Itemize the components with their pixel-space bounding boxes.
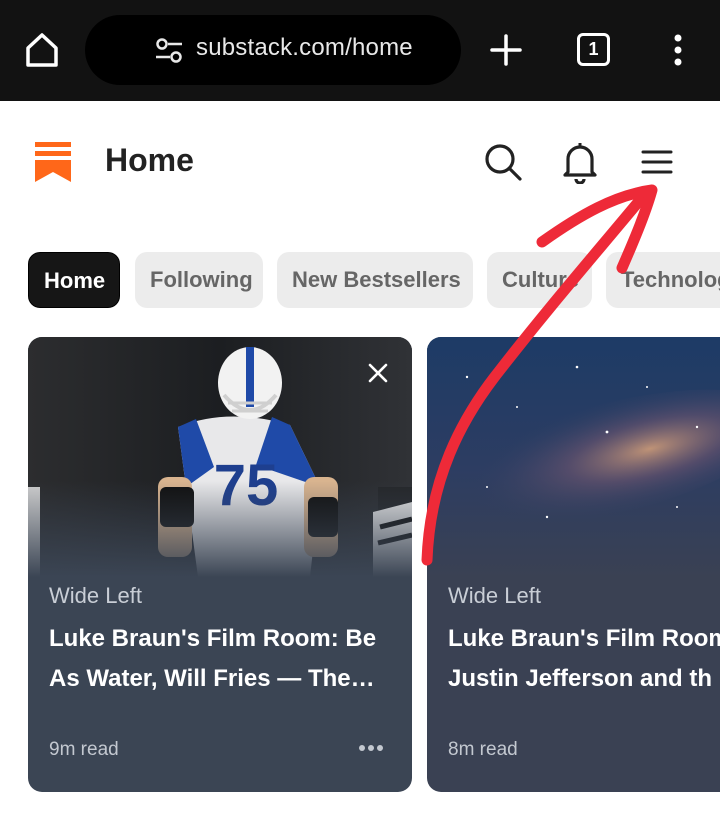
post-image: 75: [28, 337, 412, 577]
tab-switcher-icon[interactable]: 1: [577, 33, 610, 66]
tab-new-bestsellers[interactable]: New Bestsellers: [277, 252, 473, 308]
post-card-body: Wide Left Luke Braun's Film Room Justin …: [427, 567, 720, 792]
tab-home[interactable]: Home: [28, 252, 120, 308]
post-title[interactable]: Luke Braun's Film Room: Be As Water, Wil…: [49, 619, 389, 699]
publication-name[interactable]: Wide Left: [49, 583, 142, 609]
browser-toolbar: substack.com/home 1: [0, 0, 720, 101]
url-text[interactable]: substack.com/home: [196, 34, 413, 62]
bell-icon[interactable]: [560, 140, 600, 184]
hamburger-menu-icon[interactable]: [640, 148, 674, 176]
post-card[interactable]: 75 Wide Left Luke Braun's Film Room: Be …: [28, 337, 412, 792]
home-icon[interactable]: [22, 30, 62, 70]
post-title[interactable]: Luke Braun's Film Room Justin Jefferson …: [448, 619, 720, 699]
post-title-line: Luke Braun's Film Room: [448, 625, 720, 652]
close-icon[interactable]: [366, 361, 390, 385]
kebab-icon[interactable]: [668, 34, 688, 66]
tab-following[interactable]: Following: [135, 252, 263, 308]
tune-icon[interactable]: [154, 36, 184, 64]
page-title: Home: [105, 142, 194, 178]
more-icon[interactable]: [358, 743, 384, 753]
publication-name[interactable]: Wide Left: [448, 583, 541, 609]
category-tabs: Home Following New Bestsellers Culture T…: [28, 252, 720, 310]
plus-icon[interactable]: [490, 34, 522, 66]
post-title-line: Justin Jefferson and th: [448, 665, 713, 692]
post-card-body: Wide Left Luke Braun's Film Room: Be As …: [28, 567, 412, 792]
search-icon[interactable]: [484, 143, 522, 181]
read-time: 8m read: [448, 739, 518, 760]
post-image: [427, 337, 720, 577]
post-card[interactable]: Wide Left Luke Braun's Film Room Justin …: [427, 337, 720, 792]
substack-logo[interactable]: [35, 142, 71, 182]
tab-technology[interactable]: Technology: [606, 252, 720, 308]
tab-culture[interactable]: Culture: [487, 252, 592, 308]
read-time: 9m read: [49, 739, 119, 760]
